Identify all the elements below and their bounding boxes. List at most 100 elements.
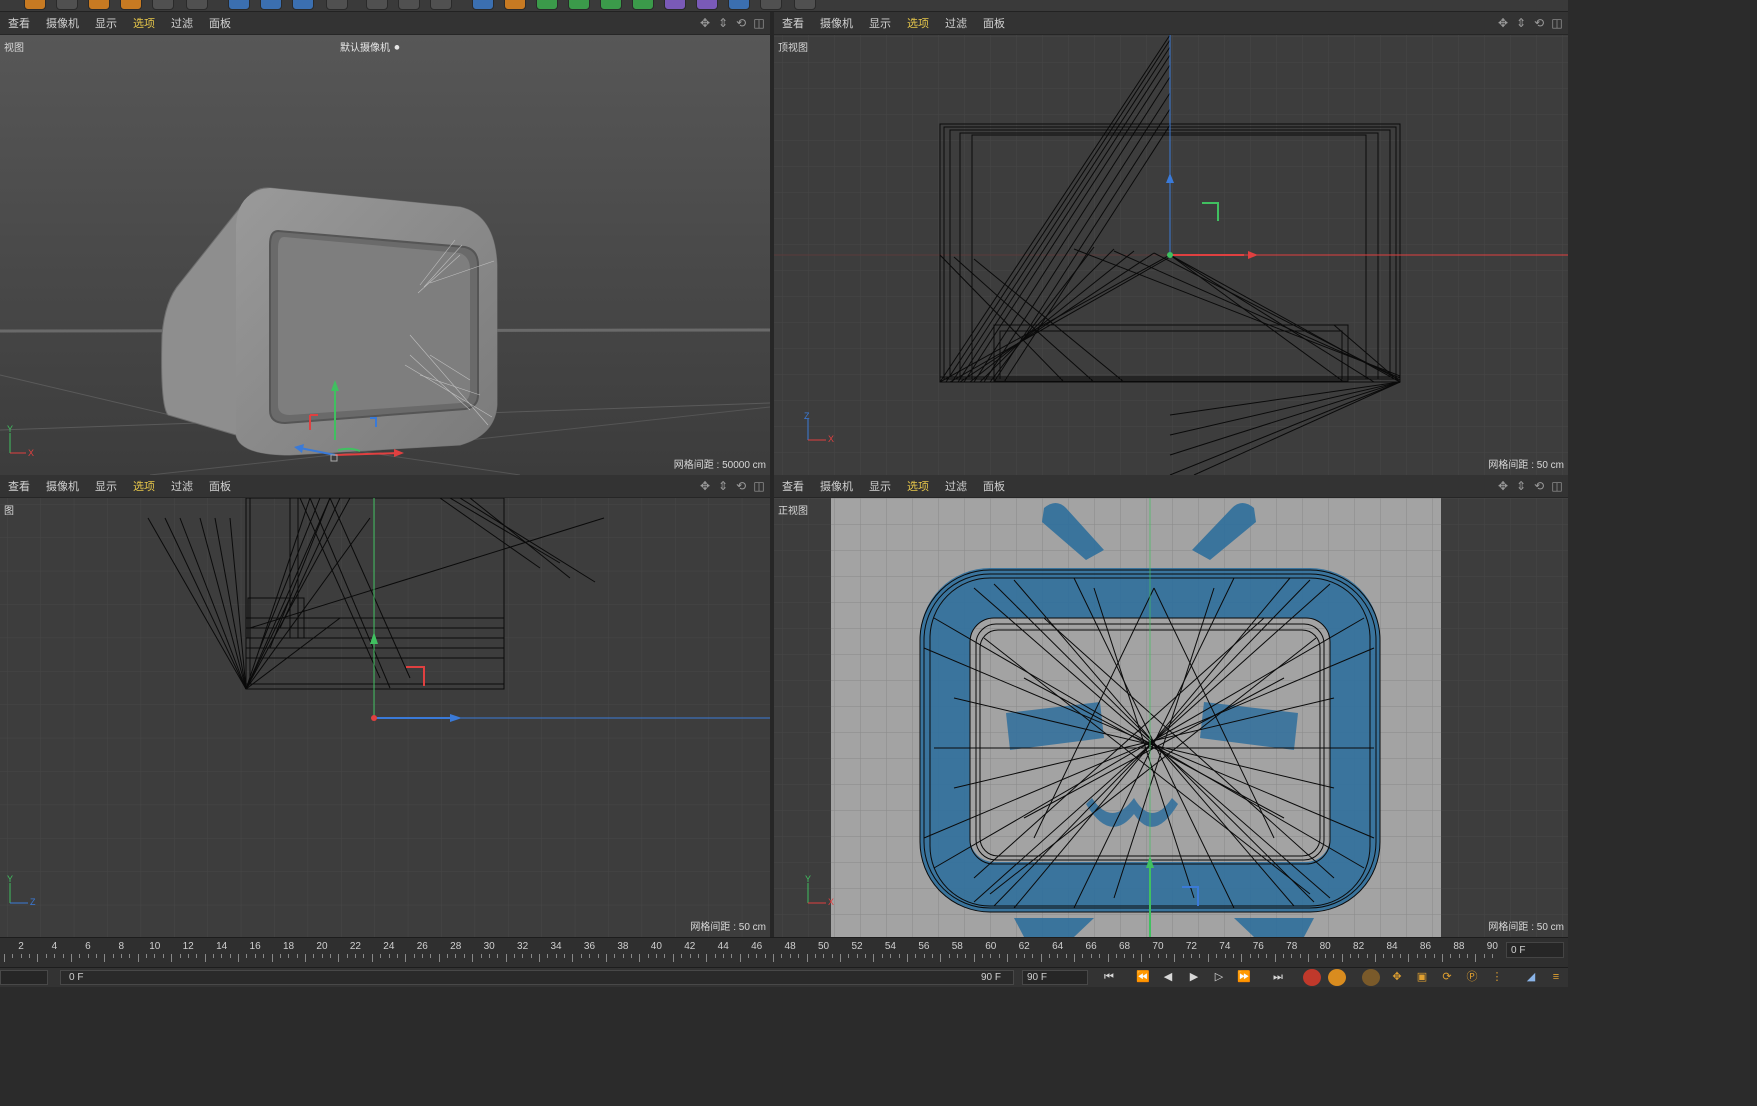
pen-icon[interactable]	[504, 0, 526, 10]
menu-view[interactable]: 查看	[0, 478, 38, 494]
camera-icon[interactable]	[664, 0, 686, 10]
deformer-icon[interactable]	[600, 0, 622, 10]
render-view-icon[interactable]	[366, 0, 388, 10]
subdivision-icon[interactable]	[536, 0, 558, 10]
maximize-icon[interactable]: ◫	[752, 479, 766, 493]
orbit-icon[interactable]: ⟲	[1532, 16, 1546, 30]
orbit-icon[interactable]: ⟲	[734, 479, 748, 493]
right-canvas[interactable]: Y Z	[0, 498, 770, 937]
world-axis-icon[interactable]	[186, 0, 208, 10]
menu-filter[interactable]: 过滤	[937, 478, 975, 494]
menu-filter[interactable]: 过滤	[163, 15, 201, 31]
perspective-canvas[interactable]: Y X	[0, 35, 770, 475]
go-to-end-icon[interactable]: ⏭	[1269, 969, 1287, 986]
viewport-perspective[interactable]: 查看 摄像机 显示 选项 过滤 面板 ✥ ⇕ ⟲ ◫ 视图 默认摄像机 ⚫ Y …	[0, 12, 770, 475]
cube-icon[interactable]	[472, 0, 494, 10]
object-mode-icon[interactable]	[326, 0, 348, 10]
lock-z-icon[interactable]	[292, 0, 314, 10]
frame-range-slider[interactable]: 0 F 90 F	[60, 970, 1014, 985]
menu-display[interactable]: 显示	[861, 478, 899, 494]
menu-icon[interactable]: ≡	[1547, 969, 1565, 986]
camera-icon: ⚫	[392, 43, 402, 54]
min-frame-field[interactable]	[0, 970, 48, 985]
floor-icon[interactable]	[728, 0, 750, 10]
render-queue-icon[interactable]	[398, 0, 420, 10]
menu-options[interactable]: 选项	[125, 15, 163, 31]
menu-options[interactable]: 选项	[125, 478, 163, 494]
prev-key-icon[interactable]: ⏪	[1134, 969, 1152, 986]
menu-panel[interactable]: 面板	[975, 15, 1013, 31]
menu-filter[interactable]: 过滤	[163, 478, 201, 494]
lock-y-icon[interactable]	[260, 0, 282, 10]
menu-camera[interactable]: 摄像机	[812, 478, 861, 494]
viewport-right[interactable]: 查看 摄像机 显示 选项 过滤 面板 ✥ ⇕ ⟲ ◫ 图 Y Z 网格间距: …	[0, 475, 770, 937]
next-frame-icon[interactable]: ▷	[1210, 969, 1228, 986]
render-settings-icon[interactable]	[430, 0, 452, 10]
timeline-tick	[1358, 954, 1360, 958]
play-icon[interactable]: ▶	[1185, 969, 1203, 986]
pan-icon[interactable]: ✥	[1496, 479, 1510, 493]
timeline-tick	[714, 954, 716, 958]
zoom-icon[interactable]: ⇕	[716, 16, 730, 30]
menu-options[interactable]: 选项	[899, 478, 937, 494]
menu-panel[interactable]: 面板	[201, 478, 239, 494]
go-to-start-icon[interactable]: ⏮	[1100, 969, 1118, 986]
camera-label[interactable]: 默认摄像机 ⚫	[340, 39, 401, 54]
menu-camera[interactable]: 摄像机	[38, 15, 87, 31]
menu-panel[interactable]: 面板	[975, 478, 1013, 494]
menu-view[interactable]: 查看	[774, 15, 812, 31]
viewport-top[interactable]: 查看 摄像机 显示 选项 过滤 面板 ✥ ⇕ ⟲ ◫ 顶视图 Z X 网格间距 …	[774, 12, 1568, 475]
viewport-divider-vertical[interactable]	[770, 12, 774, 937]
rotate-tool-icon[interactable]	[120, 0, 142, 10]
rotation-key-icon[interactable]: ⟳	[1438, 969, 1456, 986]
max-frame-field[interactable]: 90 F	[1022, 970, 1088, 985]
menu-view[interactable]: 查看	[774, 478, 812, 494]
timeline-ruler[interactable]: 0 F 2 4 6 8 10 12 14 16 18 20 22 24 26 28 30 32 34 36 38 40…	[0, 937, 1568, 967]
zoom-icon[interactable]: ⇕	[716, 479, 730, 493]
parameter-key-icon[interactable]: Ⓟ	[1463, 969, 1481, 986]
orbit-icon[interactable]: ⟲	[1532, 479, 1546, 493]
position-key-icon[interactable]: ✥	[1388, 969, 1406, 986]
lock-x-icon[interactable]	[228, 0, 250, 10]
undo-icon[interactable]	[24, 0, 46, 10]
tag-icon[interactable]	[794, 0, 816, 10]
move-tool-icon[interactable]	[56, 0, 78, 10]
menu-camera[interactable]: 摄像机	[812, 15, 861, 31]
menu-filter[interactable]: 过滤	[937, 15, 975, 31]
next-key-icon[interactable]: ⏩	[1235, 969, 1253, 986]
menu-panel[interactable]: 面板	[201, 15, 239, 31]
menu-camera[interactable]: 摄像机	[38, 478, 87, 494]
top-canvas[interactable]: Z X	[774, 35, 1568, 475]
cloner-icon[interactable]	[568, 0, 590, 10]
maximize-icon[interactable]: ◫	[1550, 16, 1564, 30]
maximize-icon[interactable]: ◫	[752, 16, 766, 30]
auto-key-icon[interactable]	[1328, 969, 1346, 986]
scale-tool-icon[interactable]	[88, 0, 110, 10]
front-canvas[interactable]: Y X	[774, 498, 1568, 937]
zoom-icon[interactable]: ⇕	[1514, 479, 1528, 493]
menu-display[interactable]: 显示	[87, 15, 125, 31]
point-level-key-icon[interactable]: ⋮	[1488, 969, 1506, 986]
environment-icon[interactable]	[632, 0, 654, 10]
orbit-icon[interactable]: ⟲	[734, 16, 748, 30]
menu-display[interactable]: 显示	[861, 15, 899, 31]
menu-view[interactable]: 查看	[0, 15, 38, 31]
prev-frame-icon[interactable]: ◀	[1159, 969, 1177, 986]
keyframe-selection-icon[interactable]	[1362, 969, 1380, 986]
record-keys-icon[interactable]	[1303, 969, 1321, 986]
light-icon[interactable]	[696, 0, 718, 10]
coordinate-system-icon[interactable]	[152, 0, 174, 10]
viewport-front[interactable]: 查看 摄像机 显示 选项 过滤 面板 ✥ ⇕ ⟲ ◫ 正视图 Y X 网格间距 …	[774, 475, 1568, 937]
scene-icon[interactable]	[760, 0, 782, 10]
menu-options[interactable]: 选项	[899, 15, 937, 31]
pan-icon[interactable]: ✥	[698, 16, 712, 30]
maximize-icon[interactable]: ◫	[1550, 479, 1564, 493]
zoom-icon[interactable]: ⇕	[1514, 16, 1528, 30]
interpolation-icon[interactable]: ◢	[1522, 969, 1540, 986]
current-frame-field[interactable]: 0 F	[1506, 942, 1564, 958]
scale-key-icon[interactable]: ▣	[1413, 969, 1431, 986]
menu-display[interactable]: 显示	[87, 478, 125, 494]
pan-icon[interactable]: ✥	[698, 479, 712, 493]
pan-icon[interactable]: ✥	[1496, 16, 1510, 30]
viewport-menubar: 查看 摄像机 显示 选项 过滤 面板	[774, 12, 1568, 35]
